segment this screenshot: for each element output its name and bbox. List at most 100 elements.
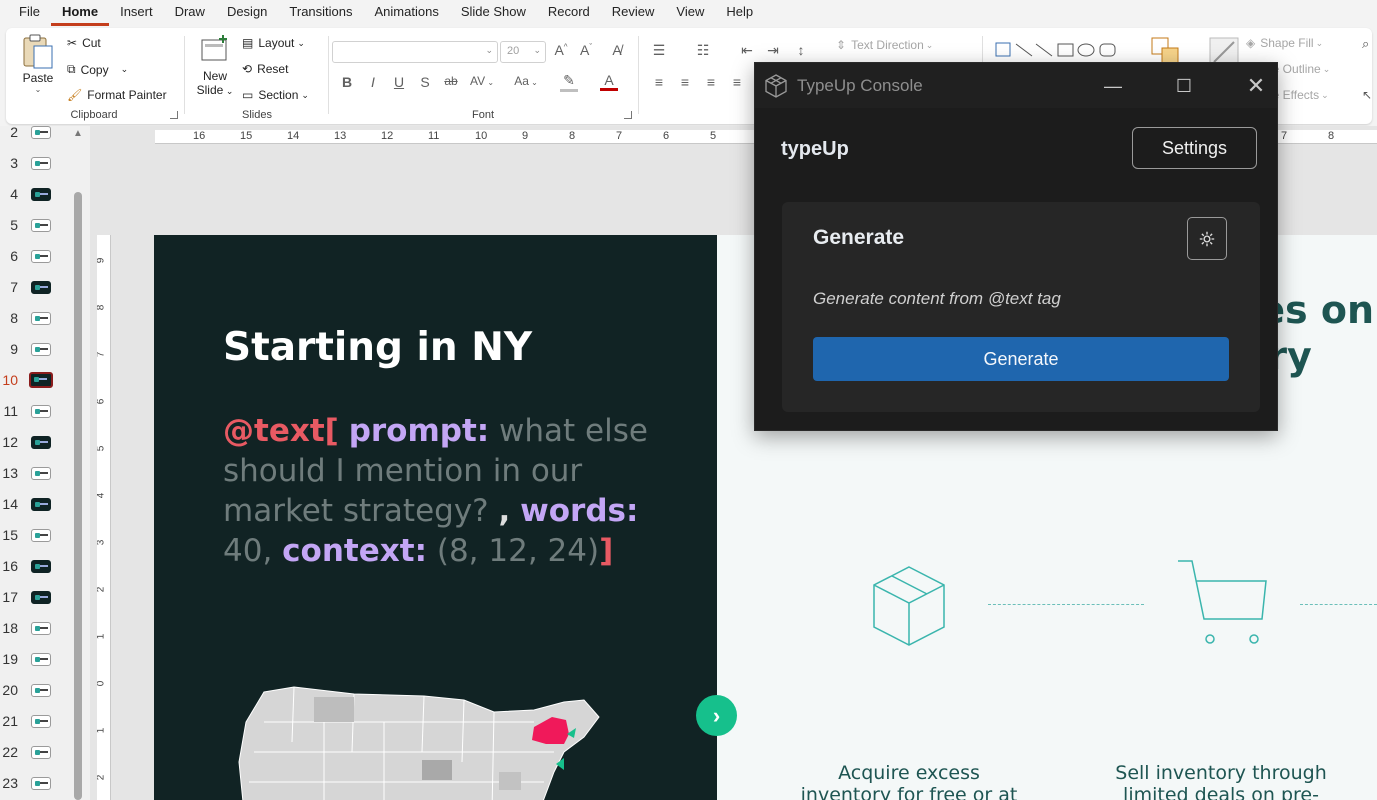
slide-thumbnail-16[interactable]: 16 — [0, 552, 70, 583]
change-case-button[interactable]: Aa ⌄ — [510, 74, 542, 88]
menu-home[interactable]: Home — [50, 0, 110, 26]
thumbnails-scrollbar[interactable] — [74, 192, 82, 800]
menu-review[interactable]: Review — [601, 0, 666, 26]
slide-thumbnail-3[interactable]: 3 — [0, 149, 70, 180]
slide-thumbnail-17[interactable]: 17 — [0, 583, 70, 614]
menu-record[interactable]: Record — [537, 0, 601, 26]
font-family-select[interactable]: ⌄ — [332, 41, 498, 63]
slide-thumbnail-12[interactable]: 12 — [0, 428, 70, 459]
shrink-font-icon[interactable]: Aˇ — [575, 42, 597, 58]
bullets-icon[interactable]: ☰ — [648, 42, 670, 59]
slide-number: 2 — [10, 124, 18, 140]
justify-icon[interactable]: ≡ — [726, 74, 748, 90]
vertical-ruler: 9 8 7 6 5 4 3 2 1 0 1 2 — [97, 235, 111, 800]
underline-button[interactable]: U — [388, 74, 410, 90]
slide-thumbnail-4[interactable]: 4 — [0, 180, 70, 211]
align-center-icon[interactable]: ≡ — [674, 74, 696, 90]
maximize-icon[interactable]: ☐ — [1164, 72, 1204, 100]
slide-thumbnail-20[interactable]: 20 — [0, 676, 70, 707]
generate-button[interactable]: Generate — [813, 337, 1229, 381]
menu-insert[interactable]: Insert — [109, 0, 164, 26]
console-titlebar[interactable]: TypeUp Console — ☐ ✕ — [755, 63, 1277, 108]
slide-number: 18 — [2, 620, 18, 636]
ruler-tick-label: 10 — [475, 130, 488, 142]
fill-bucket-icon: ◈ — [1246, 36, 1256, 50]
slide-thumbnail-9[interactable]: 9 — [0, 335, 70, 366]
scroll-up-icon[interactable]: ▲ — [73, 128, 83, 139]
menu-slide-show[interactable]: Slide Show — [450, 0, 537, 26]
clipboard-launcher-icon[interactable] — [170, 111, 178, 119]
paste-button[interactable]: Paste ⌄ — [16, 34, 60, 94]
shape-fill-button[interactable]: ◈ Shape Fill ⌄ — [1246, 36, 1323, 50]
menu-file[interactable]: File — [8, 0, 51, 26]
close-icon[interactable]: ✕ — [1236, 72, 1276, 100]
line-spacing-icon[interactable]: ↕ — [790, 42, 812, 58]
shapes-icon — [995, 42, 1116, 57]
next-arrow-button[interactable]: › — [696, 695, 737, 736]
card-settings-button[interactable] — [1187, 217, 1227, 260]
slide-thumbnail-11[interactable]: 11 — [0, 397, 70, 428]
strikethrough-button[interactable]: ab — [440, 74, 462, 88]
text-tag-block[interactable]: @text[ prompt: what else should I mentio… — [223, 411, 663, 571]
layout-label: Layout — [258, 36, 295, 50]
slide-thumbnail-19[interactable]: 19 — [0, 645, 70, 676]
section-button[interactable]: ▭ Section ⌄ — [242, 88, 309, 102]
highlight-color-button[interactable]: ✎ — [554, 72, 584, 92]
new-slide-label-1: New — [202, 69, 227, 83]
slide-title[interactable]: Starting in NY — [223, 325, 532, 370]
menu-draw[interactable]: Draw — [164, 0, 216, 26]
find-icon[interactable]: ⌕ — [1362, 36, 1369, 52]
align-left-icon[interactable]: ≡ — [648, 74, 670, 90]
font-color-button[interactable]: A — [594, 72, 624, 91]
us-map-image[interactable] — [234, 682, 614, 800]
caption-sell[interactable]: Sell inventory through limited deals on … — [1096, 762, 1346, 800]
numbering-icon[interactable]: ☷ — [692, 42, 714, 59]
menu-view[interactable]: View — [665, 0, 715, 26]
menu-design[interactable]: Design — [216, 0, 278, 26]
font-launcher-icon[interactable] — [624, 111, 632, 119]
menu-transitions[interactable]: Transitions — [278, 0, 363, 26]
increase-indent-icon[interactable]: ⇥ — [762, 42, 784, 59]
font-size-select[interactable]: 20 ⌄ — [500, 41, 546, 63]
slide-thumbnail-8[interactable]: 8 — [0, 304, 70, 335]
menu-animations[interactable]: Animations — [364, 0, 450, 26]
slide-thumbnail-15[interactable]: 15 — [0, 521, 70, 552]
char-spacing-button[interactable]: AV ⌄ — [466, 74, 498, 88]
slide-preview — [31, 591, 51, 604]
slide-preview — [31, 746, 51, 759]
slide-thumbnail-2[interactable]: 2 — [0, 118, 70, 149]
slide-thumbnail-5[interactable]: 5 — [0, 211, 70, 242]
slide-thumbnail-18[interactable]: 18 — [0, 614, 70, 645]
layout-button[interactable]: ▤ Layout ⌄ — [242, 36, 305, 50]
slide-thumbnail-14[interactable]: 14 — [0, 490, 70, 521]
slide-thumbnail-22[interactable]: 22 — [0, 738, 70, 769]
decrease-indent-icon[interactable]: ⇤ — [736, 42, 758, 59]
slide-thumbnail-13[interactable]: 13 — [0, 459, 70, 490]
slide-thumbnail-10[interactable]: 10 — [0, 366, 70, 397]
minimize-icon[interactable]: — — [1093, 72, 1133, 100]
align-right-icon[interactable]: ≡ — [700, 74, 722, 90]
slide-thumbnail-21[interactable]: 21 — [0, 707, 70, 738]
select-icon[interactable]: ↖ — [1362, 88, 1372, 102]
grow-font-icon[interactable]: A^ — [550, 42, 572, 58]
clear-format-icon[interactable]: A̸ — [606, 42, 628, 58]
settings-button[interactable]: Settings — [1132, 127, 1257, 169]
slide-thumbnail-23[interactable]: 23 — [0, 769, 70, 800]
italic-button[interactable]: I — [362, 74, 384, 90]
slide-thumbnail-7[interactable]: 7 — [0, 273, 70, 304]
ruler-tick-label: 7 — [1281, 130, 1288, 142]
reset-button[interactable]: ⟲ Reset — [242, 62, 288, 76]
format-painter-button[interactable]: 🖌 Format Painter — [67, 88, 167, 102]
shadow-button[interactable]: S — [414, 74, 436, 90]
text-direction-button[interactable]: ⇕ Text Direction ⌄ — [836, 38, 933, 52]
shapes-gallery[interactable] — [994, 40, 1124, 60]
copy-button[interactable]: ⧉ Copy ⌄ — [67, 62, 128, 77]
scissors-icon: ✂ — [67, 36, 78, 50]
cut-button[interactable]: ✂ Cut — [67, 36, 101, 50]
slide-preview — [29, 372, 53, 388]
new-slide-button[interactable]: New Slide ⌄ — [192, 34, 238, 97]
menu-help[interactable]: Help — [715, 0, 764, 26]
bold-button[interactable]: B — [336, 74, 358, 90]
caption-acquire[interactable]: Acquire excess inventory for free or at — [784, 762, 1034, 800]
slide-thumbnail-6[interactable]: 6 — [0, 242, 70, 273]
